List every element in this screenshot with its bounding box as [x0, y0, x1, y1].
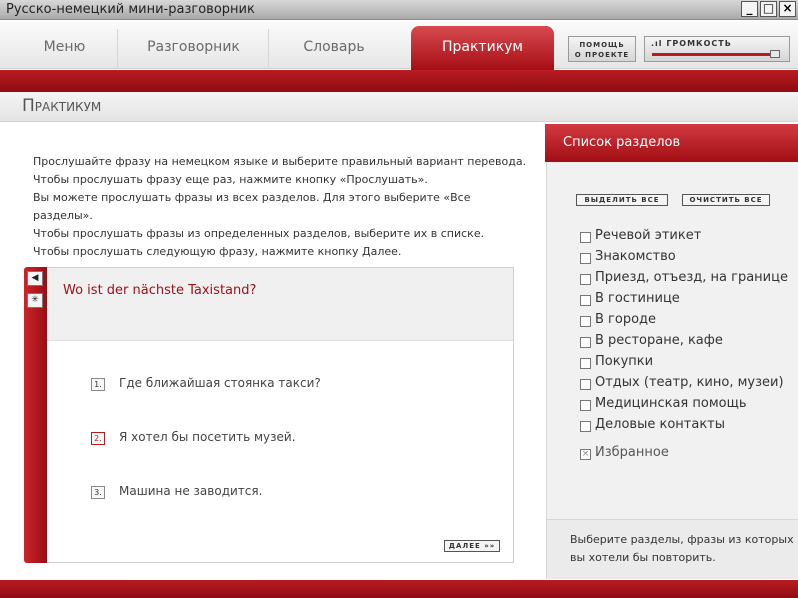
checkbox[interactable]	[580, 400, 591, 411]
about-label: О ПРОЕКТЕ	[574, 51, 630, 59]
minimize-button[interactable]: _	[741, 1, 758, 17]
panel-header: Список разделов	[545, 124, 798, 162]
checkbox[interactable]	[580, 295, 591, 306]
panel-footer-text: Выберите разделы, фразы из которых вы хо…	[570, 533, 794, 564]
volume-slider-track[interactable]	[652, 53, 780, 56]
nav-bar: Меню Разговорник Словарь Практикум ПОМОЩ…	[0, 21, 798, 70]
page-title: Практикум	[22, 96, 102, 116]
panel-footer: Выберите разделы, фразы из которых вы хо…	[547, 519, 798, 579]
checkbox[interactable]	[580, 358, 591, 369]
play-icon[interactable]: ◀	[27, 271, 43, 286]
tab-menu[interactable]: Меню	[12, 29, 118, 67]
header-red-band	[0, 70, 798, 92]
instruction-line: Чтобы прослушать фразу еще раз, нажмите …	[33, 173, 428, 186]
checkbox[interactable]	[580, 232, 591, 243]
option-text: Машина не заводится.	[119, 484, 263, 498]
option-number: 2.	[91, 432, 105, 445]
bottom-red-bar	[0, 580, 798, 598]
window-title: Русско-немецкий мини-разговорник	[6, 2, 255, 17]
tab-dictionary[interactable]: Словарь	[270, 29, 398, 67]
favorites-label: Избранное	[595, 445, 669, 460]
close-button[interactable]: ×	[779, 1, 796, 17]
maximize-button[interactable]: □	[760, 1, 777, 17]
instruction-line: Чтобы прослушать следующую фразу, нажмит…	[33, 245, 402, 258]
checkbox[interactable]	[580, 316, 591, 327]
volume-slider-handle[interactable]	[770, 50, 780, 58]
category-label: Медицинская помощь	[595, 396, 747, 411]
checkbox[interactable]	[580, 274, 591, 285]
volume-control: .ıl ГРОМКОСТЬ	[644, 36, 790, 62]
question-area: Wo ist der nächste Taxistand?	[47, 268, 513, 341]
next-button[interactable]: ДАЛЕЕ »»	[444, 540, 500, 552]
checkbox[interactable]	[580, 253, 591, 264]
favorite-icon[interactable]: ✳	[27, 293, 43, 308]
category-label: Знакомство	[595, 249, 676, 264]
category-label: В гостинице	[595, 291, 680, 306]
category-label: Приезд, отъезд, на границе	[595, 270, 788, 285]
sections-panel: Список разделов ВЫДЕЛИТЬ ВСЕ ОЧИСТИТЬ ВС…	[545, 124, 798, 579]
quiz-card: Wo ist der nächste Taxistand? 1. Где бли…	[47, 267, 514, 563]
tab-phrasebook[interactable]: Разговорник	[119, 29, 269, 67]
help-label: ПОМОЩЬ	[579, 41, 625, 49]
help-about-button[interactable]: ПОМОЩЬ О ПРОЕКТЕ	[568, 36, 636, 62]
volume-icon: .ıl	[651, 39, 667, 48]
option-number: 3.	[91, 486, 105, 499]
panel-title: Список разделов	[563, 135, 681, 150]
instruction-line: Чтобы прослушать фразы из определенных р…	[33, 227, 485, 240]
option-text: Я хотел бы посетить музей.	[119, 430, 296, 444]
tab-practice[interactable]: Практикум	[411, 26, 554, 70]
instruction-line: Прослушайте фразу на немецком языке и вы…	[33, 155, 527, 168]
section-header: Практикум	[0, 92, 798, 122]
category-label: В ресторане, кафе	[595, 333, 723, 348]
category-label: Покупки	[595, 354, 654, 369]
instruction-line: Вы можете прослушать фразы из всех разде…	[33, 191, 471, 222]
category-label: Речевой этикет	[595, 228, 702, 243]
select-all-button[interactable]: ВЫДЕЛИТЬ ВСЕ	[576, 194, 668, 206]
volume-label: ГРОМКОСТЬ	[666, 39, 732, 48]
category-label: В городе	[595, 312, 657, 327]
category-label: Отдых (театр, кино, музеи)	[595, 375, 784, 390]
checkbox[interactable]	[580, 379, 591, 390]
option-text: Где ближайшая стоянка такси?	[119, 376, 321, 390]
clear-all-button[interactable]: ОЧИСТИТЬ ВСЕ	[682, 194, 770, 206]
title-bar: Русско-немецкий мини-разговорник _ □ ×	[0, 0, 798, 20]
instructions: Прослушайте фразу на немецком языке и вы…	[33, 153, 533, 261]
option-number: 1.	[91, 378, 105, 391]
checkbox[interactable]	[580, 337, 591, 348]
category-label: Деловые контакты	[595, 417, 726, 432]
favorites-checkbox[interactable]: ×	[580, 449, 591, 460]
question-text: Wo ist der nächste Taxistand?	[63, 283, 257, 298]
quiz-side-bar: ◀ ✳	[24, 267, 47, 563]
checkbox[interactable]	[580, 421, 591, 432]
